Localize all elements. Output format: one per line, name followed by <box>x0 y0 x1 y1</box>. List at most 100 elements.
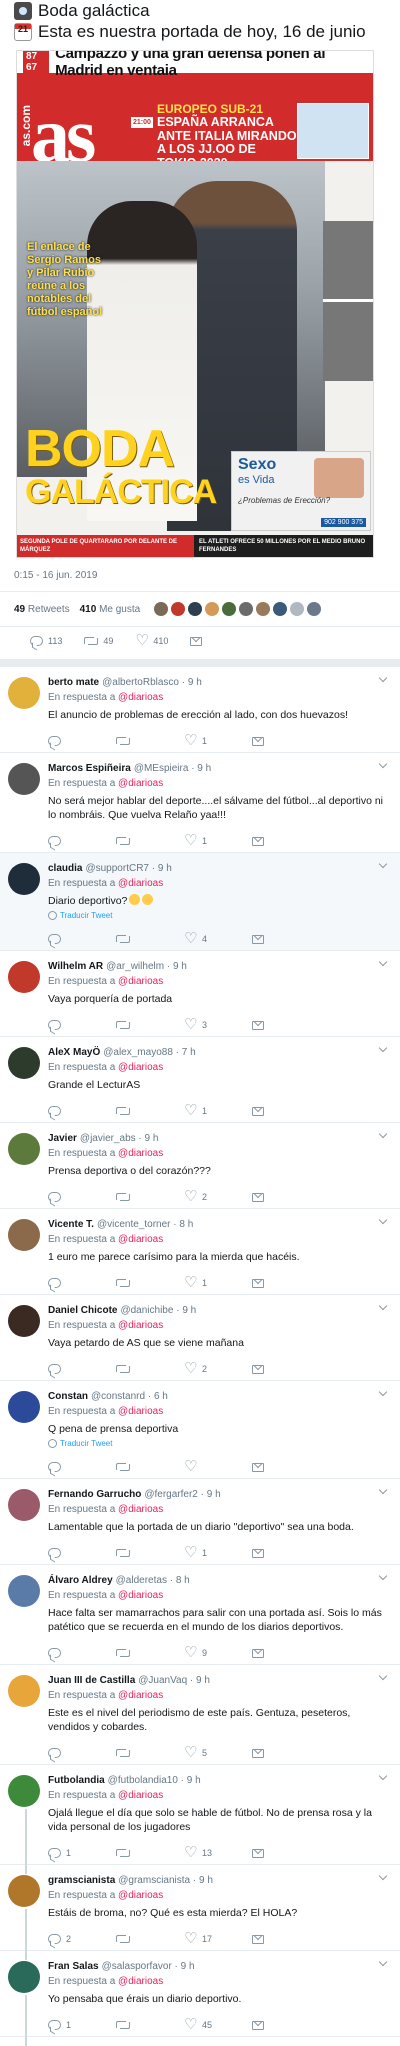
retweet-button[interactable] <box>116 1548 184 1558</box>
mention-link[interactable]: @diarioas <box>118 1504 163 1515</box>
avatar[interactable] <box>8 1047 40 1079</box>
reply-author-name[interactable]: claudia <box>48 862 82 875</box>
like-button[interactable]: 2 <box>184 1187 252 1205</box>
reply-button[interactable] <box>48 1648 116 1658</box>
mention-link[interactable]: @diarioas <box>118 1320 163 1331</box>
avatar[interactable] <box>8 961 40 993</box>
avatar[interactable] <box>8 1575 40 1607</box>
translate-tweet-link[interactable]: Traducir Tweet <box>48 911 388 920</box>
reply-button[interactable]: 113 <box>30 636 62 646</box>
liker-avatar[interactable] <box>256 602 271 616</box>
mention-link[interactable]: @diarioas <box>118 1890 163 1901</box>
tweet-timestamp[interactable]: 0:15 - 16 jun. 2019 <box>0 558 400 592</box>
retweet-button[interactable]: 49 <box>84 636 113 646</box>
avatar[interactable] <box>8 1961 40 1993</box>
share-button[interactable] <box>252 1192 320 1202</box>
like-button[interactable]: 5 <box>184 1743 252 1761</box>
like-button[interactable]: 4 <box>184 929 252 947</box>
share-button[interactable] <box>252 836 320 846</box>
reply-button[interactable] <box>48 1106 116 1116</box>
reply-author-name[interactable]: Wilhelm AR <box>48 960 103 973</box>
chevron-down-icon[interactable] <box>378 1573 388 1583</box>
avatar[interactable] <box>8 1675 40 1707</box>
mention-link[interactable]: @diarioas <box>118 1406 163 1417</box>
reply-author-handle[interactable]: @javier_abs · 9 h <box>80 1132 159 1145</box>
retweet-button[interactable] <box>116 1648 184 1658</box>
like-button[interactable]: 1 <box>184 1273 252 1291</box>
reply-author-name[interactable]: Álvaro Aldrey <box>48 1574 113 1587</box>
reply-tweet[interactable]: Fran Salas @salasporfavor · 9 h En respu… <box>0 1951 400 2046</box>
reply-author-name[interactable]: Futbolandia <box>48 1774 105 1787</box>
reply-tweet[interactable]: gramscianista @gramscianista · 9 h En re… <box>0 1865 400 1960</box>
retweet-button[interactable] <box>116 1106 184 1116</box>
reply-author-name[interactable]: Fernando Garrucho <box>48 1488 141 1501</box>
chevron-down-icon[interactable] <box>378 959 388 969</box>
avatar[interactable] <box>8 1775 40 1807</box>
avatar[interactable] <box>8 1305 40 1337</box>
avatar[interactable] <box>8 1875 40 1907</box>
like-button[interactable]: 2 <box>184 1359 252 1377</box>
chevron-down-icon[interactable] <box>378 1487 388 1497</box>
share-button[interactable] <box>252 1278 320 1288</box>
reply-tweet[interactable]: berto mate @albertoRblasco · 9 h En resp… <box>0 667 400 753</box>
mention-link[interactable]: @diarioas <box>118 878 163 889</box>
chevron-down-icon[interactable] <box>378 1389 388 1399</box>
share-button[interactable] <box>252 1462 320 1472</box>
share-button[interactable] <box>190 636 203 646</box>
retweet-button[interactable] <box>116 1748 184 1758</box>
reply-button[interactable] <box>48 836 116 846</box>
chevron-down-icon[interactable] <box>378 1773 388 1783</box>
chevron-down-icon[interactable] <box>378 1673 388 1683</box>
reply-author-handle[interactable]: @constanrd · 6 h <box>91 1390 168 1403</box>
share-button[interactable] <box>252 1548 320 1558</box>
liker-avatar[interactable] <box>307 602 322 616</box>
reply-button[interactable]: 1 <box>48 1848 116 1858</box>
like-button[interactable]: 410 <box>135 631 168 649</box>
reply-author-handle[interactable]: @alex_mayo88 · 7 h <box>103 1046 195 1059</box>
avatar[interactable] <box>8 1219 40 1251</box>
reply-author-handle[interactable]: @MEspieira · 9 h <box>134 762 211 775</box>
reply-button[interactable] <box>48 1364 116 1374</box>
avatar[interactable] <box>8 1489 40 1521</box>
reply-author-name[interactable]: Constan <box>48 1390 88 1403</box>
reply-tweet[interactable]: Constan @constanrd · 6 h En respuesta a … <box>0 1381 400 1479</box>
reply-tweet[interactable]: Juan III de Castilla @JuanVaq · 9 h En r… <box>0 1665 400 1765</box>
reply-author-name[interactable]: gramscianista <box>48 1874 115 1887</box>
reply-button[interactable]: 2 <box>48 1934 116 1944</box>
reply-author-handle[interactable]: @gramscianista · 9 h <box>118 1874 213 1887</box>
reply-tweet[interactable]: Álvaro Aldrey @alderetas · 8 h En respue… <box>0 1565 400 1665</box>
likes-stat[interactable]: 410 Me gusta <box>80 604 141 615</box>
reply-button[interactable] <box>48 1192 116 1202</box>
reply-author-handle[interactable]: @JuanVaq · 9 h <box>138 1674 210 1687</box>
reply-author-handle[interactable]: @salasporfavor · 9 h <box>102 1960 195 1973</box>
reply-author-handle[interactable]: @supportCR7 · 9 h <box>85 862 171 875</box>
mention-link[interactable]: @diarioas <box>118 692 163 703</box>
share-button[interactable] <box>252 736 320 746</box>
reply-tweet[interactable]: AleX MayÖ @alex_mayo88 · 7 h En respuest… <box>0 1037 400 1123</box>
chevron-down-icon[interactable] <box>378 861 388 871</box>
reply-button[interactable] <box>48 736 116 746</box>
retweet-button[interactable] <box>116 1192 184 1202</box>
liker-avatar[interactable] <box>273 602 288 616</box>
reply-button[interactable] <box>48 934 116 944</box>
mention-link[interactable]: @diarioas <box>118 778 163 789</box>
share-button[interactable] <box>252 1364 320 1374</box>
reply-author-handle[interactable]: @vicente_torner · 8 h <box>97 1218 193 1231</box>
reply-tweet[interactable]: Javier @javier_abs · 9 h En respuesta a … <box>0 1123 400 1209</box>
liker-avatar[interactable] <box>239 602 254 616</box>
retweet-button[interactable] <box>116 1934 184 1944</box>
share-button[interactable] <box>252 1648 320 1658</box>
like-button[interactable]: 1 <box>184 1543 252 1561</box>
like-button[interactable]: 9 <box>184 1643 252 1661</box>
reply-tweet[interactable]: Marcos Espiñeira @MEspieira · 9 h En res… <box>0 753 400 853</box>
reply-author-handle[interactable]: @danichibe · 9 h <box>120 1304 196 1317</box>
share-button[interactable] <box>252 1748 320 1758</box>
retweet-button[interactable] <box>116 1462 184 1472</box>
reply-author-handle[interactable]: @albertoRblasco · 9 h <box>102 676 202 689</box>
like-button[interactable]: 17 <box>184 1929 252 1947</box>
mention-link[interactable]: @diarioas <box>118 1234 163 1245</box>
reply-author-name[interactable]: Juan III de Castilla <box>48 1674 135 1687</box>
share-button[interactable] <box>252 1106 320 1116</box>
chevron-down-icon[interactable] <box>378 675 388 685</box>
reply-tweet[interactable]: Futbolandia @futbolandia10 · 9 h En resp… <box>0 1765 400 1874</box>
